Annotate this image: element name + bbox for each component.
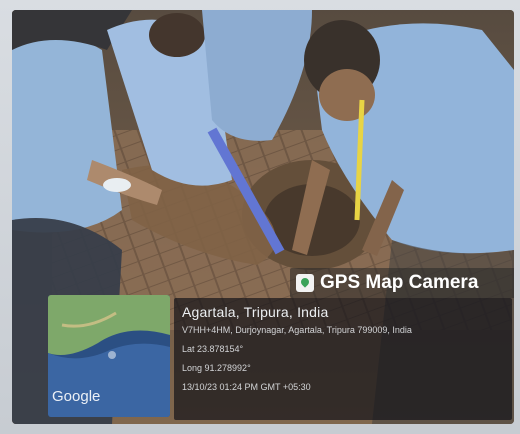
latitude-line: Lat 23.878154° bbox=[182, 344, 244, 354]
longitude-line: Long 91.278992° bbox=[182, 363, 251, 373]
app-title: GPS Map Camera bbox=[320, 272, 479, 293]
map-pin-icon bbox=[296, 274, 314, 292]
gps-map-camera-header: GPS Map Camera bbox=[290, 268, 514, 298]
camera-photo: GPS Map Camera Google Agartala, Tripura,… bbox=[12, 10, 514, 424]
address-line: V7HH+4HM, Durjoynagar, Agartala, Tripura… bbox=[182, 325, 412, 335]
google-map-label: Google bbox=[52, 388, 101, 405]
screen-frame: GPS Map Camera Google Agartala, Tripura,… bbox=[0, 0, 520, 434]
datetime-line: 13/10/23 01:24 PM GMT +05:30 bbox=[182, 382, 311, 392]
place-name: Agartala, Tripura, India bbox=[182, 304, 329, 320]
location-info-panel: Agartala, Tripura, India V7HH+4HM, Durjo… bbox=[174, 298, 512, 420]
